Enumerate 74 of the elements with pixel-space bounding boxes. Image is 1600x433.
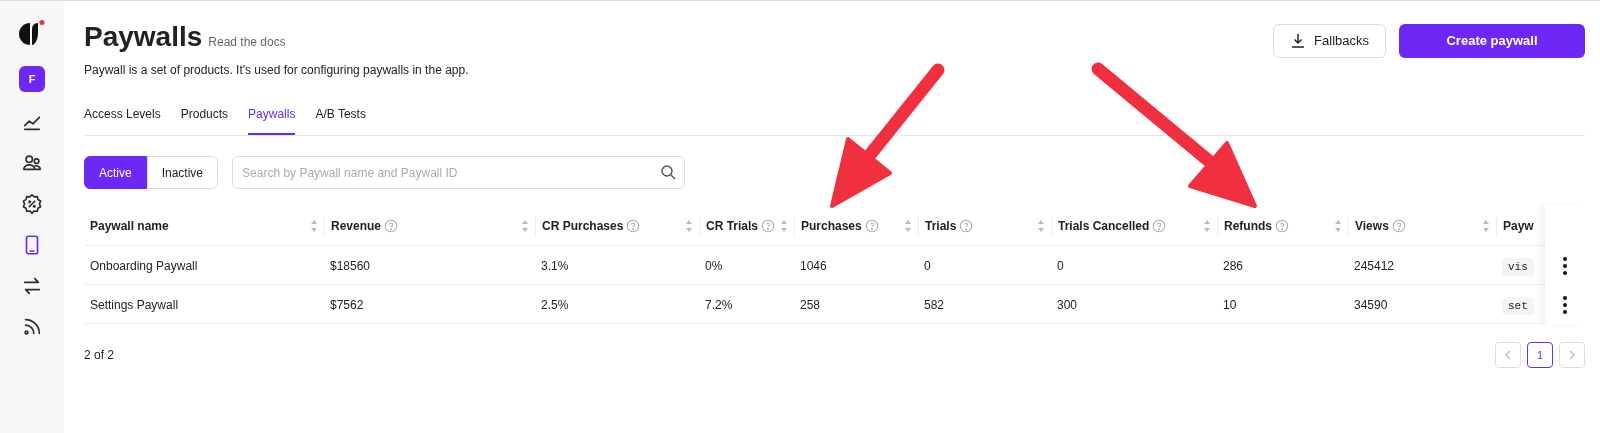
table-cell: 258 bbox=[800, 298, 821, 312]
help-icon bbox=[384, 218, 399, 233]
sort-icon[interactable] bbox=[310, 218, 318, 233]
filter-toggle[interactable]: Active bbox=[84, 156, 147, 189]
column-header[interactable]: Trials Cancelled bbox=[1058, 216, 1150, 235]
column-header[interactable]: Revenue bbox=[331, 216, 382, 235]
sort-icon[interactable] bbox=[1037, 218, 1045, 233]
code-chip: vis bbox=[1502, 258, 1534, 276]
table-cell: 582 bbox=[924, 298, 945, 312]
page-title: Paywalls bbox=[84, 23, 203, 51]
fallbacks-button[interactable]: Fallbacks bbox=[1273, 24, 1386, 58]
table-cell: 286 bbox=[1223, 259, 1244, 273]
column-header[interactable]: CR Purchases bbox=[542, 216, 624, 235]
previous-page-button[interactable] bbox=[1495, 342, 1521, 368]
sort-icon[interactable] bbox=[521, 218, 529, 233]
tab[interactable]: Products bbox=[180, 105, 229, 135]
download-icon bbox=[1290, 33, 1307, 49]
feed-icon[interactable] bbox=[21, 316, 43, 338]
table-cell: 2.5% bbox=[541, 298, 569, 312]
table-cell: $18560 bbox=[330, 259, 371, 273]
chevron-left-icon bbox=[1504, 350, 1512, 360]
help-icon bbox=[1391, 218, 1406, 233]
sort-icon[interactable] bbox=[780, 218, 788, 233]
sort-icon[interactable] bbox=[904, 218, 912, 233]
column-header[interactable]: Purchases bbox=[801, 216, 862, 235]
filter-toggle[interactable]: Inactive bbox=[146, 156, 219, 189]
table-cell: 7.2% bbox=[705, 298, 733, 312]
row-count: 2 of 2 bbox=[84, 347, 115, 364]
page-description: Paywall is a set of products. It's used for configuring paywalls in the app. bbox=[84, 62, 469, 79]
percent-badge-icon[interactable] bbox=[21, 193, 43, 215]
help-icon bbox=[864, 218, 879, 233]
tab[interactable]: A/B Tests bbox=[315, 105, 366, 135]
table-cell: 245412 bbox=[1354, 259, 1395, 273]
table-cell: 0 bbox=[1057, 259, 1064, 273]
next-page-button[interactable] bbox=[1559, 342, 1585, 368]
table-cell: Settings Paywall bbox=[90, 298, 179, 312]
column-header[interactable]: Payw bbox=[1503, 216, 1534, 235]
table-cell: 10 bbox=[1223, 298, 1237, 312]
sort-icon[interactable] bbox=[1482, 218, 1490, 233]
help-icon bbox=[959, 218, 974, 233]
search-icon[interactable] bbox=[660, 164, 677, 180]
more-options-icon[interactable] bbox=[1563, 295, 1567, 314]
create-paywall-button[interactable]: Create paywall bbox=[1399, 24, 1585, 58]
table-cell: 1046 bbox=[800, 259, 827, 273]
chevron-right-icon bbox=[1568, 350, 1576, 360]
sort-icon[interactable] bbox=[1334, 218, 1342, 233]
column-header[interactable]: Trials bbox=[925, 216, 957, 235]
docs-link[interactable]: Read the docs bbox=[208, 33, 286, 51]
help-icon bbox=[761, 218, 776, 233]
sort-icon[interactable] bbox=[685, 218, 693, 233]
more-options-icon[interactable] bbox=[1563, 256, 1567, 275]
help-icon bbox=[626, 218, 641, 233]
help-icon bbox=[1152, 218, 1167, 233]
table-cell: 0 bbox=[924, 259, 931, 273]
logo-icon[interactable] bbox=[18, 19, 46, 47]
table-cell: 3.1% bbox=[541, 259, 569, 273]
column-header[interactable]: Refunds bbox=[1224, 216, 1272, 235]
table-cell: 300 bbox=[1057, 298, 1078, 312]
sort-icon[interactable] bbox=[1203, 218, 1211, 233]
code-chip: set bbox=[1502, 297, 1534, 315]
page-button[interactable]: 1 bbox=[1527, 342, 1553, 368]
table-cell: Onboarding Paywall bbox=[90, 259, 198, 273]
column-header[interactable]: Views bbox=[1355, 216, 1389, 235]
search-field[interactable]: Search by Paywall name and Paywall ID bbox=[232, 156, 686, 189]
column-header[interactable]: CR Trials bbox=[706, 216, 759, 235]
help-icon bbox=[1275, 218, 1289, 233]
transfer-icon[interactable] bbox=[21, 275, 43, 297]
tab[interactable]: Paywalls bbox=[248, 105, 296, 135]
column-header[interactable]: Paywall name bbox=[90, 216, 169, 235]
avatar[interactable]: F bbox=[19, 66, 45, 92]
table-cell: 34590 bbox=[1354, 298, 1388, 312]
tab[interactable]: Access Levels bbox=[84, 105, 161, 135]
table-cell: $7562 bbox=[330, 298, 364, 312]
table-cell: 0% bbox=[705, 259, 723, 273]
